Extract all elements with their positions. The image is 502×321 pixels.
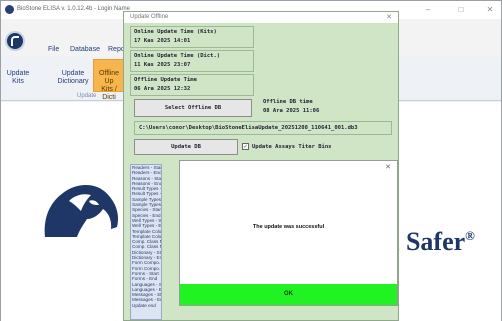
log-entry: Messages - End xyxy=(132,297,162,303)
dialog-message: The update was successful xyxy=(252,224,325,230)
log-entry: Species - Start xyxy=(132,207,162,213)
log-entry: Result Types - End xyxy=(132,191,162,197)
maximize-icon[interactable]: □ xyxy=(454,4,468,15)
app-logo-icon xyxy=(11,36,19,46)
log-entry: Comp. Class Names xyxy=(132,244,161,250)
menu-database[interactable]: Database xyxy=(70,46,100,53)
offline-update-button[interactable]: Offline Up Kits / Dicti xyxy=(93,59,125,101)
ok-button[interactable]: OK xyxy=(180,284,397,305)
update-assays-checkbox[interactable]: ✓ Update Assays Titer Bins xyxy=(242,143,331,150)
offline-update-field: Offline Update Time 06 Ara 2025 12:32 xyxy=(130,74,254,96)
update-offline-title-bar: Update Offline ✕ xyxy=(124,12,398,23)
update-offline-close-icon[interactable]: ✕ xyxy=(386,13,392,21)
dialog-close-icon[interactable]: ✕ xyxy=(385,163,391,171)
success-dialog: ✕ The update was successful OK xyxy=(179,160,398,306)
main-window-title: BioStone ELISA v. 1.0.12.4b - Login Name xyxy=(17,6,130,12)
offline-db-time-field: Offline DB time 08 Ara 2025 11:06 xyxy=(260,97,384,119)
log-entry: Form Compo. - Start xyxy=(132,260,161,266)
lion-logo-icon xyxy=(44,185,119,237)
update-offline-title: Update Offline xyxy=(130,14,169,20)
select-offline-db-button[interactable]: Select Offline DB xyxy=(134,99,252,117)
online-dict-field: Online Update Time (Dict.) 11 Kas 2025 2… xyxy=(130,50,254,72)
app-icon xyxy=(5,5,14,14)
update-log-list[interactable]: Readers - Start Readers - End Reasons - St… xyxy=(130,164,162,320)
close-icon[interactable]: ✕ xyxy=(483,4,497,15)
menu-file[interactable]: File xyxy=(48,46,59,53)
minimize-icon[interactable]: – xyxy=(421,4,435,15)
log-entry: Forms - End xyxy=(132,276,158,282)
db-path-field[interactable]: C:\Users\conor\Desktop\BioStoneElisaUpda… xyxy=(134,121,392,135)
app-menu-button[interactable] xyxy=(5,31,25,51)
log-entry: Update end xyxy=(132,302,156,308)
online-kits-field: Online Update Time (Kits) 17 Kas 2025 14… xyxy=(130,26,254,48)
log-entry: Well Types - End xyxy=(132,223,162,229)
checkbox-icon: ✓ xyxy=(242,143,249,150)
update-db-button[interactable]: Update DB xyxy=(134,139,238,155)
update-dictionary-button[interactable]: Update Dictionary xyxy=(53,70,93,86)
log-entry: Readers - End xyxy=(132,170,162,176)
ribbon-group-label: Update xyxy=(77,93,97,99)
update-kits-button[interactable]: Update Kits xyxy=(3,70,33,86)
